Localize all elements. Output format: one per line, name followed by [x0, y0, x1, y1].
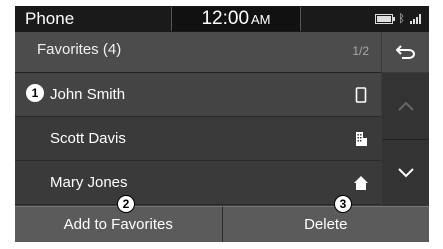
- contact-name: Mary Jones: [50, 174, 128, 191]
- signal-icon: [410, 14, 421, 24]
- delete-button[interactable]: Delete: [221, 206, 429, 242]
- battery-icon: [375, 14, 396, 24]
- clock-ampm: AM: [251, 12, 271, 27]
- back-arrow-icon: [395, 45, 415, 59]
- list-header: Favorites (4) 1/2: [15, 32, 381, 73]
- callout-marker: 3: [334, 195, 352, 213]
- bottom-bar: Add to Favorites Delete: [15, 206, 429, 242]
- page-indicator: 1/2: [352, 44, 369, 58]
- clock: 12:00 AM: [171, 7, 301, 31]
- status-icons: ᛒ: [375, 12, 421, 26]
- phone-screen: Phone 12:00 AM ᛒ Favorites (4) 1/2 John S…: [15, 6, 429, 242]
- app-title: Phone: [25, 9, 75, 28]
- status-bar: Phone 12:00 AM ᛒ: [15, 6, 429, 32]
- add-to-favorites-button[interactable]: Add to Favorites: [15, 206, 222, 242]
- home-icon: [354, 176, 368, 190]
- office-building-icon: [356, 132, 367, 146]
- contact-name: John Smith: [50, 86, 126, 103]
- callout-marker: 1: [26, 84, 44, 102]
- contact-name: Scott Davis: [50, 130, 126, 147]
- clock-time: 12:00: [201, 8, 250, 29]
- page-title: Favorites (4): [37, 41, 122, 58]
- back-button[interactable]: [382, 32, 429, 72]
- bluetooth-icon: ᛒ: [398, 13, 405, 25]
- contact-list: John Smith Scott Davis Mary Jones: [15, 73, 381, 206]
- list-item[interactable]: Mary Jones: [15, 161, 381, 205]
- list-item[interactable]: John Smith: [15, 73, 381, 117]
- chevron-down-icon: [397, 168, 414, 178]
- scroll-up-button[interactable]: [382, 73, 429, 140]
- list-item[interactable]: Scott Davis: [15, 117, 381, 161]
- chevron-up-icon: [397, 101, 414, 111]
- scroll-column: [382, 73, 429, 206]
- scroll-down-button[interactable]: [382, 140, 429, 206]
- callout-marker: 2: [117, 195, 135, 213]
- mobile-phone-icon: [355, 87, 367, 103]
